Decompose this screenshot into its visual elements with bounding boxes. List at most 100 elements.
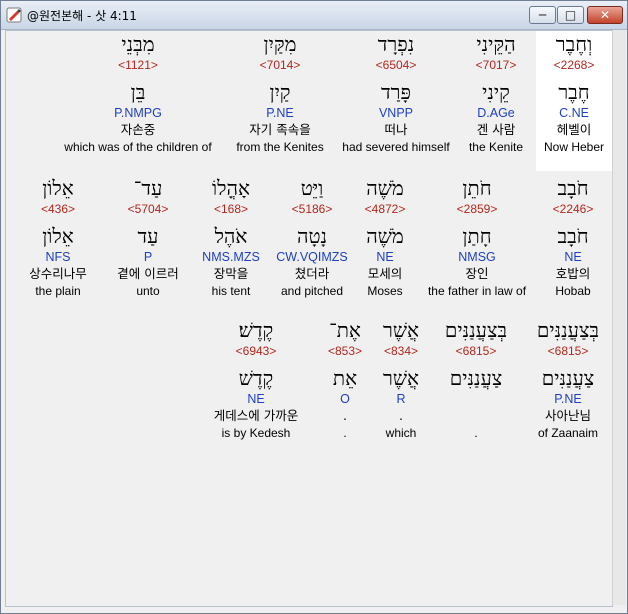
hebrew-word: אֶת־ [329,318,361,342]
hebrew-word: וַיֵּט [300,176,324,200]
morphology-code: NE [376,250,394,264]
lemma: קַיִן [269,80,291,104]
lemma: אֲשֶׁר [383,366,419,390]
hebrew-word: חֹבָב [557,176,589,200]
strong-number-link[interactable]: <7014> [228,57,332,73]
word-cell[interactable]: חֹבָב <2246> חֹבָב NE 호밥의 Hobab [538,175,608,315]
word-cell[interactable]: בְּצַעֲנַנִּים <6815> צַעֲנַנִּים P.NE 사… [524,317,612,457]
strong-number-link[interactable]: <834> [374,343,428,359]
morphology-code: CW.VQIMZS [276,250,348,264]
korean-gloss: 겐 사람 [476,122,516,137]
morphology-code: NE [247,392,265,406]
lemma: צַעֲנַנִּים [541,366,595,390]
morphology-code: P.NE [266,106,294,120]
english-gloss: the father in law of [427,284,527,298]
strong-number-link[interactable]: <2246> [538,201,608,217]
lemma: חֹבָב [557,224,589,248]
word-cell[interactable]: אֵלוֹן <436> אֵלוֹן NFS 상수리나무 the plain [16,175,100,315]
strong-number-link[interactable]: <436> [16,201,100,217]
korean-gloss: 쳤더라 [294,266,330,281]
minimize-button[interactable]: ─ [529,6,556,24]
strong-number-link[interactable]: <2859> [420,201,534,217]
korean-gloss: 곁에 이르러 [117,266,179,281]
close-button[interactable]: ✕ [587,6,623,24]
hebrew-word: וְחֶבֶר [555,32,593,56]
english-gloss: of Zaanaim [537,426,599,440]
korean-gloss: 모세의 [367,266,403,281]
lemma: צַעֲנַנִּים [449,366,503,390]
morphology-code: O [340,392,350,406]
morphology-code: NFS [45,250,71,264]
app-window: @원전본해 - 삿 4:11 ─ □ ✕ וְחֶבֶר <2268> חֶבֶ… [0,0,628,614]
english-gloss: unto [136,284,160,298]
lemma: פָּרַד [381,80,411,104]
morphology-code: VNPP [378,106,414,120]
interlinear-panel: וְחֶבֶר <2268> חֶבֶר C.NE 헤벨이 Now Heber … [5,30,613,607]
word-cell[interactable]: אֲשֶׁר <834> אֲשֶׁר R . which [374,317,428,457]
word-cell[interactable]: מִבְּנֵי <1121> בֵּן P.NMPG 자손중 which wa… [52,31,224,171]
strong-number-link[interactable]: <6815> [524,343,612,359]
korean-gloss: 헤벨이 [556,122,592,137]
word-cell[interactable]: חֹתֵן <2859> חָתַן NMSG 장인 the father in… [420,175,534,315]
english-gloss: Moses [367,284,403,298]
title-bar[interactable]: @원전본해 - 삿 4:11 ─ □ ✕ [1,1,627,30]
word-cell[interactable]: עַד־ <5704> עַד P 곁에 이르러 unto [104,175,192,315]
english-gloss: the plain [35,284,81,298]
strong-number-link[interactable]: <5704> [104,201,192,217]
hebrew-word: חֹתֵן [462,176,492,200]
close-icon: ✕ [599,8,611,22]
word-cell[interactable]: אָהֳלוֹ <168> אֹהֶל NMS.MZS 장막을 his tent [196,175,266,315]
hebrew-word: קֶדֶשׁ׃ [238,318,274,342]
word-cell[interactable]: בְּצַעֲנַנִּים <6815> צַעֲנַנִּים . [432,317,520,457]
english-gloss: which was of the children of [64,140,212,154]
lemma: נָטָה [296,224,328,248]
english-gloss: is by Kedesh [221,426,291,440]
word-cell[interactable]: נִפְרָד <6504> פָּרַד VNPP 떠나 had severe… [336,31,456,171]
english-gloss: and pitched [280,284,344,298]
korean-gloss: 장인 [465,266,489,281]
maximize-button[interactable]: □ [557,6,584,24]
english-gloss: from the Kenites [236,140,324,154]
hebrew-word: מִקַּיִן [263,32,297,56]
vertical-scrollbar[interactable] [612,30,626,605]
morphology-code: C.NE [559,106,589,120]
morphology-code: R [396,392,406,406]
korean-gloss: 장막을 [213,266,249,281]
strong-number-link[interactable]: <6815> [432,343,520,359]
word-cell[interactable]: וַיֵּט <5186> נָטָה CW.VQIMZS 쳤더라 and pi… [272,175,352,315]
korean-gloss [432,407,520,425]
morphology-code: P [143,250,153,264]
lemma: מֹשֶׁה [366,224,404,248]
hebrew-word: מֹשֶׁה [366,176,404,200]
strong-number-link[interactable]: <1121> [52,57,224,73]
lemma: חָתַן [462,224,492,248]
minimize-icon: ─ [538,8,547,22]
strong-number-link[interactable]: <168> [196,201,266,217]
hebrew-word: נִפְרָד [377,32,415,56]
lemma: עַד [137,224,159,248]
strong-number-link[interactable]: <2268> [536,57,612,73]
strong-number-link[interactable]: <6504> [336,57,456,73]
window-title: @원전본해 - 삿 4:11 [27,9,137,23]
strong-number-link[interactable]: <853> [320,343,370,359]
word-cell[interactable]: קֶדֶשׁ׃ <6943> קֶדֶשׁ NE 게데스에 가까운 is by … [196,317,316,457]
korean-gloss: 상수리나무 [29,266,87,281]
morphology-code: D.AGe [477,106,515,120]
word-cell[interactable]: מֹשֶׁה <4872> מֹשֶׁה NE 모세의 Moses [354,175,416,315]
lemma: בֵּן [130,80,146,104]
korean-gloss: 사아난님 [544,408,591,423]
strong-number-link[interactable]: <7017> [456,57,536,73]
morphology-code: NMSG [458,250,496,264]
word-cell[interactable]: וְחֶבֶר <2268> חֶבֶר C.NE 헤벨이 Now Heber [536,31,612,171]
strong-number-link[interactable]: <6943> [196,343,316,359]
english-gloss: had severed himself [342,140,450,154]
morphology-code: P.NE [554,392,582,406]
english-gloss: Hobab [555,284,591,298]
morphology-code: NMS.MZS [202,250,260,264]
strong-number-link[interactable]: <4872> [354,201,416,217]
english-gloss: the Kenite [468,140,524,154]
word-cell[interactable]: מִקַּיִן <7014> קַיִן P.NE 자기 족속을 from t… [228,31,332,171]
word-cell[interactable]: הַקֵּינִי <7017> קֵינִי D.AGe 겐 사람 the K… [456,31,536,171]
strong-number-link[interactable]: <5186> [272,201,352,217]
word-cell[interactable]: אֶת־ <853> אֵת O . . [320,317,370,457]
